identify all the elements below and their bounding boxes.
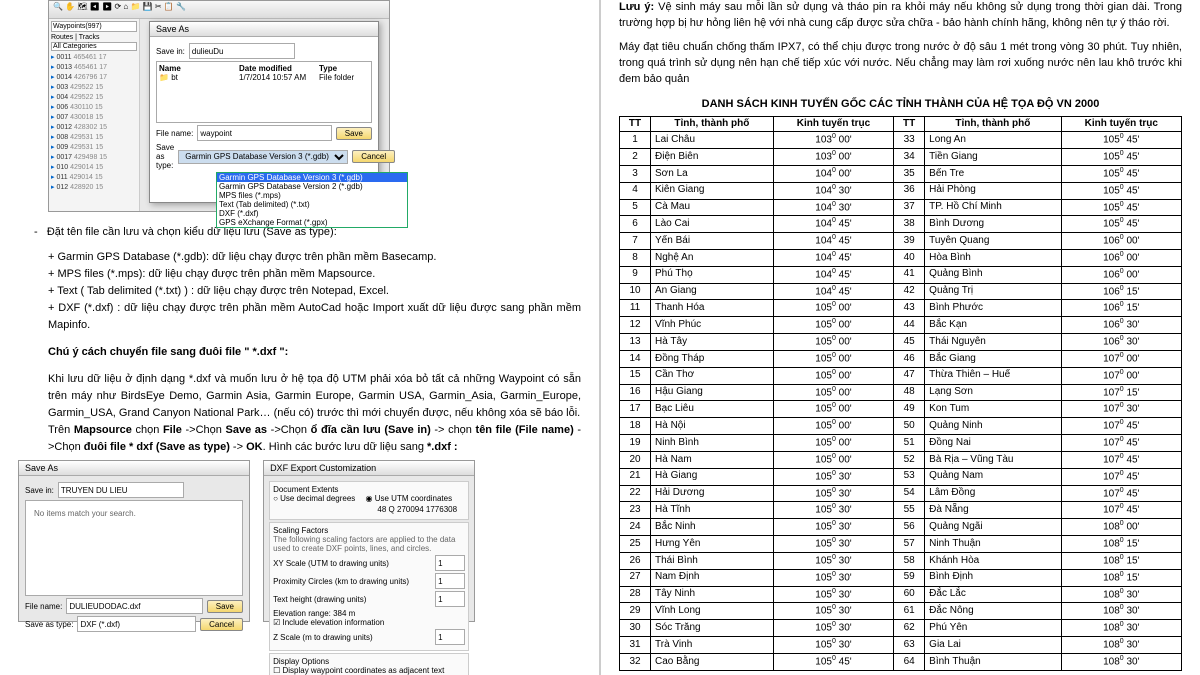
savein-input-2[interactable] [58,482,184,498]
waypoint-sidepane: Waypoints(997) Routes | Tracks All Categ… [49,19,140,211]
radio-decimal[interactable]: ○ Use decimal degrees [273,494,355,503]
filename-input[interactable] [197,125,331,141]
saveas-dialog: Save As Save in: NameDate modifiedType 📁… [149,21,379,203]
meridian-table: TTTỉnh, thành phốKinh tuyến trụcTTTỉnh, … [619,116,1182,671]
screenshot-saveas-2: Save As Save in: No items match your sea… [18,460,250,622]
table-title: DANH SÁCH KINH TUYẾN GỐC CÁC TỈNH THÀNH … [619,98,1182,110]
radio-utm[interactable]: ◉ Use UTM coordinates [366,494,453,503]
saveastype-select[interactable]: Garmin GPS Database Version 3 (*.gdb) [178,150,348,164]
dialog-title: Save As [150,22,378,37]
saveastype-2[interactable] [77,616,196,632]
app-toolbar: 🔍 ✋ 🗺 ◀ ▶ ⟳ ⌂ 📁 💾 ✂ 📋 🔧 [49,1,389,19]
screenshot-dxf-export: DXF Export Customization Document Extent… [263,460,475,622]
note-1: Lưu ý: Vệ sinh máy sau mỗi lần sử dụng v… [619,0,1182,32]
note-2: Máy đạt tiêu chuẩn chống thấm IPX7, có t… [619,40,1182,88]
heading-dxf: Chú ý cách chuyển file sang đuôi file " … [48,344,581,361]
waypoint-rows: ▸ 0011 465461 17▸ 0013 465461 17▸ 0014 4… [49,52,139,192]
dxf-note: Khi lưu dữ liệu ở định dạng *.dxf và muố… [48,371,581,422]
cancel-button-2[interactable]: Cancel [200,618,243,631]
saveastype-dropdown[interactable]: Garmin GPS Database Version 3 (*.gdb)Gar… [216,172,408,228]
dxf-steps: Trên Mapsource chọn File ->Chọn Save as … [48,422,581,456]
filename-input-2[interactable] [66,598,202,614]
category-select[interactable]: All Categories [51,42,137,51]
format-list: + Garmin GPS Database (*.gdb): dữ liệu c… [48,249,581,334]
screenshot-saveas-1: 🔍 ✋ 🗺 ◀ ▶ ⟳ ⌂ 📁 💾 ✂ 📋 🔧 Waypoints(997) R… [48,0,390,212]
cb-elevation[interactable]: ☑ Include elevation information [273,618,384,627]
save-button-2[interactable]: Save [207,600,243,613]
right-page: Lưu ý: Vệ sinh máy sau mỗi lần sử dụng v… [601,0,1200,675]
side-tabs: Routes | Tracks [51,34,137,41]
page: 🔍 ✋ 🗺 ◀ ▶ ⟳ ⌂ 📁 💾 ✂ 📋 🔧 Waypoints(997) R… [0,0,1200,675]
savein-input[interactable] [189,43,295,59]
save-button[interactable]: Save [336,127,372,140]
side-header: Waypoints(997) [51,21,137,32]
cancel-button[interactable]: Cancel [352,150,395,163]
left-page: 🔍 ✋ 🗺 ◀ ▶ ⟳ ⌂ 📁 💾 ✂ 📋 🔧 Waypoints(997) R… [0,0,599,675]
